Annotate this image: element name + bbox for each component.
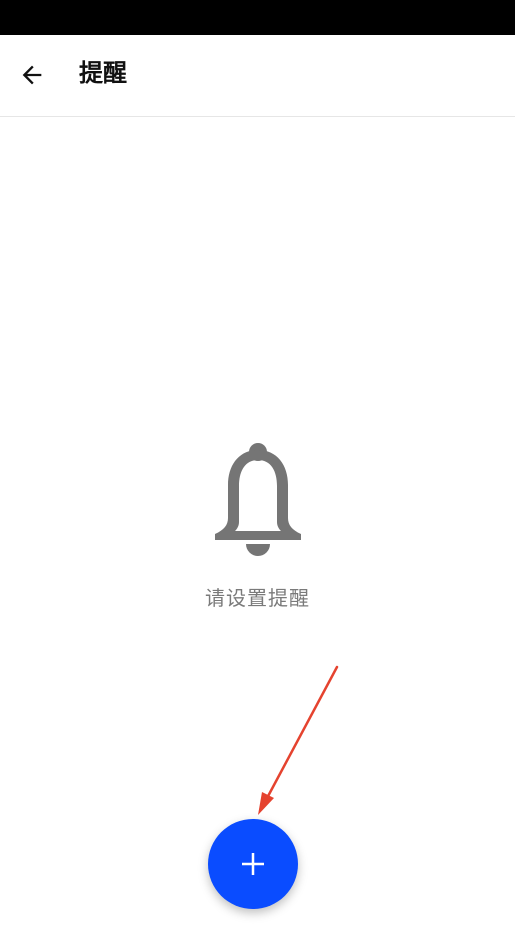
status-bar: [0, 0, 515, 35]
back-button[interactable]: [12, 55, 52, 95]
bell-icon: [214, 443, 301, 556]
add-reminder-button[interactable]: [208, 819, 298, 909]
empty-state: 请设置提醒: [0, 440, 515, 611]
page-title: 提醒: [79, 59, 127, 87]
plus-icon: [242, 853, 264, 875]
empty-state-message: 请设置提醒: [205, 586, 310, 610]
app-bar: 提醒: [0, 35, 515, 117]
arrow-left-icon: [22, 65, 42, 85]
